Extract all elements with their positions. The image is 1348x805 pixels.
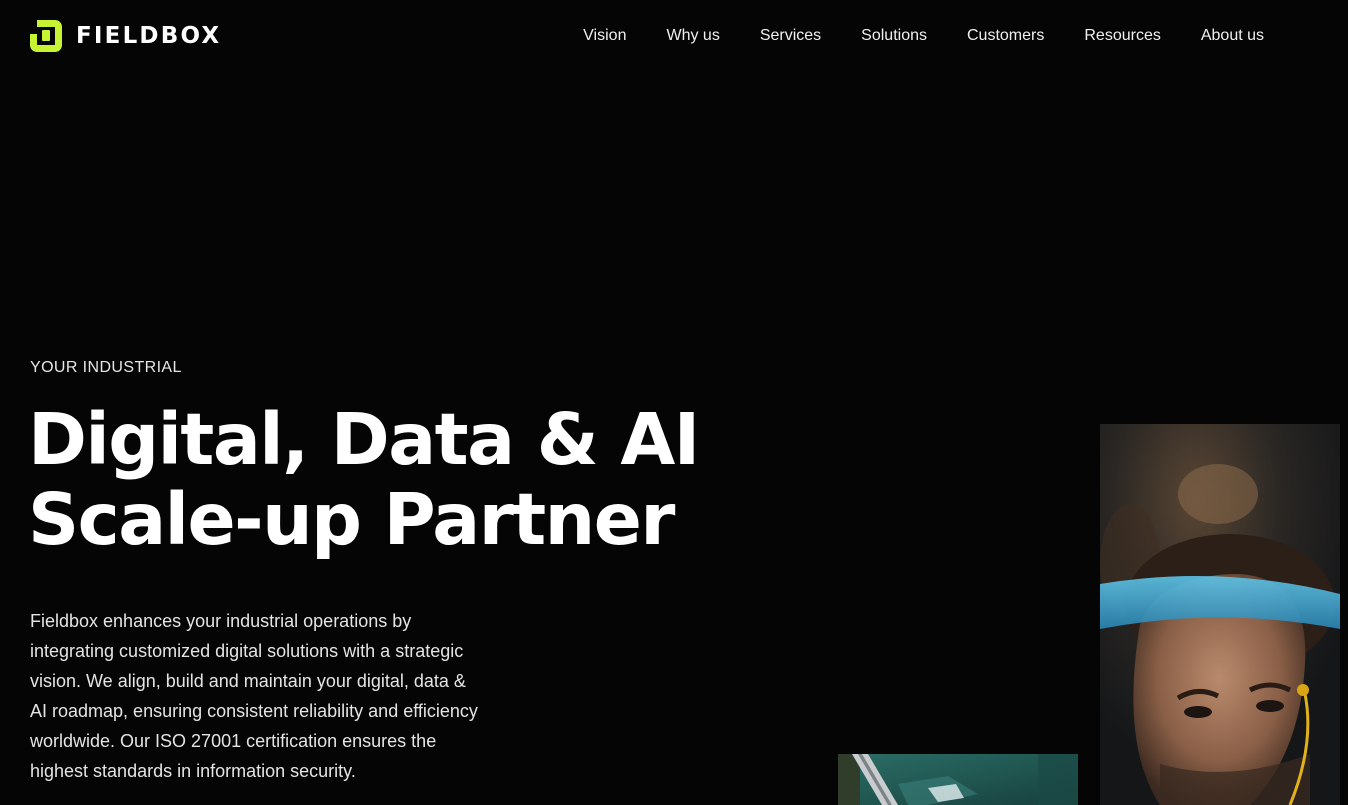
brand-name: FIELDBOX: [76, 23, 222, 49]
page: FIELDBOX Vision Why us Services Solution…: [0, 0, 1348, 805]
nav-link-why-us[interactable]: Why us: [666, 25, 719, 47]
nav-link-vision[interactable]: Vision: [583, 25, 626, 47]
logo-link[interactable]: FIELDBOX: [28, 18, 221, 54]
hero-eyebrow: YOUR INDUSTRIAL: [30, 359, 182, 376]
nav-link-about-us[interactable]: About us: [1201, 25, 1264, 47]
nav-link-services[interactable]: Services: [760, 25, 821, 47]
hero-title-line-2: Scale-up Partner: [28, 478, 675, 561]
nav-link-resources[interactable]: Resources: [1084, 25, 1160, 47]
hero-title: Digital, Data & AI Scale-up Partner: [28, 398, 700, 561]
fieldbox-logo-icon: [30, 20, 62, 52]
hero-title-line-1: Digital, Data & AI: [28, 398, 700, 481]
nav-link-solutions[interactable]: Solutions: [861, 25, 927, 47]
aerial-industrial-photo: [838, 754, 1078, 805]
worker-portrait-photo: [1100, 424, 1340, 805]
hero-description: Fieldbox enhances your industrial operat…: [30, 611, 478, 781]
nav-link-customers[interactable]: Customers: [967, 25, 1044, 47]
main-nav: Vision Why us Services Solutions Custome…: [583, 25, 1264, 47]
